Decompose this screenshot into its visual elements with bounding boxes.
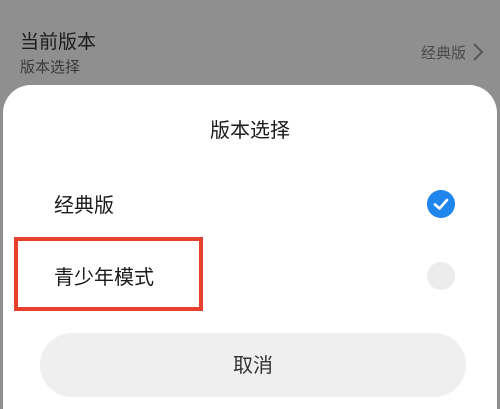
current-version-subtitle: 版本选择 [20, 58, 81, 76]
option-classic[interactable]: 经典版 [3, 175, 497, 235]
option-classic-label: 经典版 [54, 193, 114, 217]
highlight-annotation-box [14, 237, 203, 311]
version-select-screen: 当前版本 版本选择 经典版 版本选择 经典版 青少年模式 取消 [0, 0, 500, 409]
current-version-title: 当前版本 [20, 31, 97, 53]
chevron-right-icon [473, 43, 484, 61]
cancel-button[interactable]: 取消 [40, 333, 466, 397]
checked-radio-icon[interactable] [427, 190, 455, 218]
unchecked-radio-icon[interactable] [427, 262, 455, 290]
sheet-title: 版本选择 [210, 118, 290, 142]
cancel-button-label: 取消 [233, 353, 273, 377]
current-version-value: 经典版 [420, 44, 466, 62]
